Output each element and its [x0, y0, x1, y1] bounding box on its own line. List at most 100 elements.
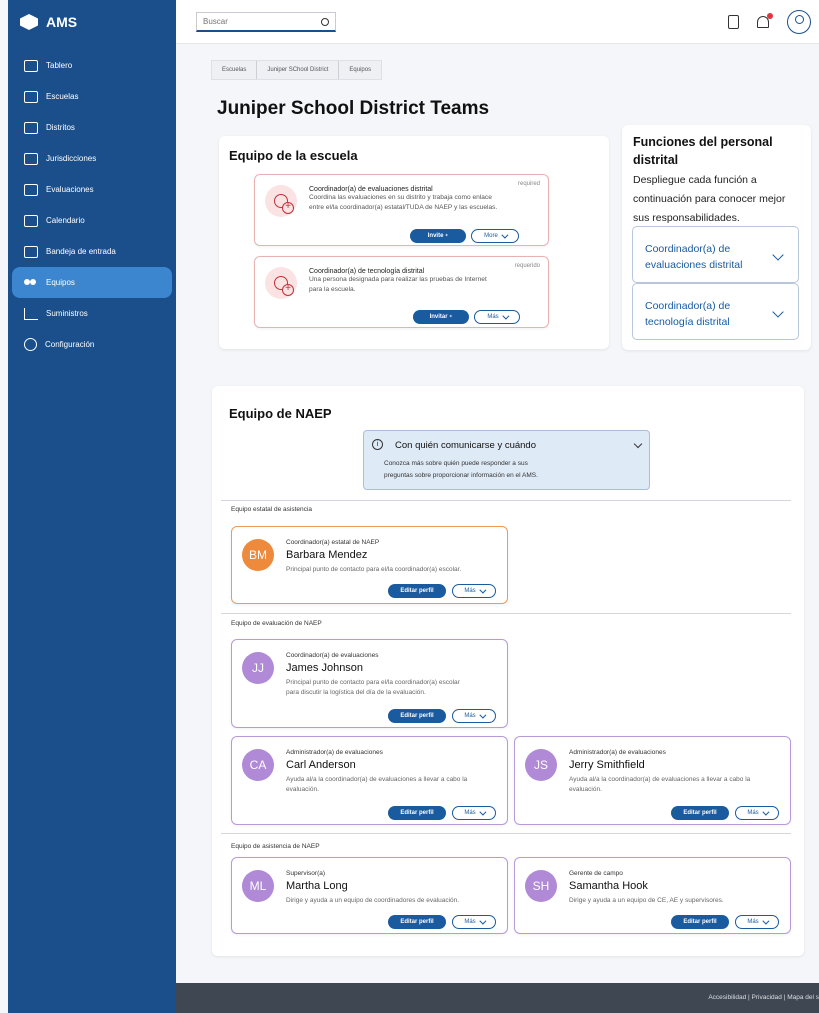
more-button[interactable]: Más — [735, 806, 779, 820]
more-button[interactable]: Más — [452, 806, 496, 820]
search-icon[interactable] — [321, 17, 329, 26]
more-button[interactable]: Más — [735, 915, 779, 929]
chevron-down-icon — [772, 249, 784, 261]
sidebar-item-equipos[interactable]: Equipos — [12, 267, 172, 298]
avatar: BM — [242, 539, 274, 571]
sidebar-item-calendario[interactable]: Calendario — [12, 205, 172, 236]
top-actions — [728, 10, 811, 34]
required-label: required — [517, 181, 540, 187]
required-label: requerido — [514, 263, 540, 269]
person-role: Supervisor(a) — [286, 870, 326, 877]
sidebar-item-bandeja[interactable]: Bandeja de entrada — [12, 236, 172, 267]
accordion-district-coordinator[interactable]: Coordinador(a) de evaluaciones distrital — [632, 226, 799, 283]
people-icon — [24, 277, 38, 289]
role-title: Coordinador(a) de tecnología distrital — [309, 268, 425, 275]
edit-profile-button[interactable]: Editar perfil — [388, 915, 446, 929]
footer-links[interactable]: Accesibilidad | Privacidad | Mapa del s — [708, 994, 819, 1001]
role-desc-line2: para la escuela. — [309, 286, 356, 293]
contact-info-panel[interactable]: i Con quién comunicarse y cuándo Conozca… — [363, 430, 650, 490]
invite-button[interactable]: Invite ⁺ — [410, 229, 466, 243]
chevron-down-icon — [762, 808, 770, 816]
invite-button[interactable]: Invitar ⁺ — [413, 310, 469, 324]
info-icon: i — [372, 439, 383, 450]
sidebar: AMS Tablero Escuelas Distritos Jurisdicc… — [8, 0, 176, 1013]
person-role: Administrador(a) de evaluaciones — [569, 749, 666, 756]
person-role: Administrador(a) de evaluaciones — [286, 749, 383, 756]
school-team-title: Equipo de la escuela — [229, 148, 358, 163]
notification-bell-icon[interactable] — [757, 13, 773, 28]
person-name: Jerry Smithfield — [569, 759, 645, 771]
role-card-district-coordinator: required Coordinador(a) de evaluaciones … — [254, 174, 549, 246]
chevron-down-icon — [479, 917, 487, 925]
edit-profile-button[interactable]: Editar perfil — [388, 709, 446, 723]
more-button[interactable]: Más — [452, 584, 496, 598]
breadcrumb: Escuelas Juniper SChool District Equipos — [211, 60, 383, 80]
person-name: James Johnson — [286, 662, 364, 674]
sidebar-item-jurisdicciones[interactable]: Jurisdicciones — [12, 143, 172, 174]
edit-profile-button[interactable]: Editar perfil — [671, 915, 729, 929]
functions-title: Funciones del personal distrital — [633, 135, 773, 167]
sidebar-item-distritos[interactable]: Distritos — [12, 112, 172, 143]
role-desc-line1: Coordina las evaluaciones en su distrito… — [309, 194, 492, 201]
person-card-jerry: JS Administrador(a) de evaluaciones Jerr… — [514, 736, 791, 825]
more-button[interactable]: More — [471, 229, 519, 243]
add-person-icon — [265, 185, 297, 217]
sidebar-item-evaluaciones[interactable]: Evaluaciones — [12, 174, 172, 205]
functions-card: Funciones del personal distrital Desplie… — [622, 125, 811, 350]
chevron-down-icon — [633, 439, 643, 449]
app-title: AMS — [46, 14, 78, 30]
role-title: Coordinador(a) de evaluaciones distrital — [309, 186, 433, 193]
avatar: JS — [525, 749, 557, 781]
divider — [221, 613, 791, 614]
chevron-down-icon — [762, 917, 770, 925]
divider — [221, 500, 791, 501]
person-desc: Principal punto de contacto para el/la c… — [286, 566, 462, 573]
sidebar-item-configuracion[interactable]: Configuración — [12, 329, 172, 360]
sidebar-nav: Tablero Escuelas Distritos Jurisdiccione… — [8, 50, 176, 360]
user-avatar-icon[interactable] — [787, 10, 811, 34]
jurisdiction-icon — [24, 152, 38, 165]
person-role: Coordinador(a) estatal de NAEP — [286, 539, 380, 546]
chevron-down-icon — [479, 711, 487, 719]
top-bar — [176, 0, 819, 44]
add-person-icon — [265, 267, 297, 299]
info-title: Con quién comunicarse y cuándo — [395, 440, 537, 451]
person-name: Samantha Hook — [569, 880, 648, 892]
breadcrumb-escuelas[interactable]: Escuelas — [212, 61, 258, 79]
inbox-icon — [24, 245, 38, 258]
add-user-icon: ⁺ — [449, 314, 453, 321]
breadcrumb-district[interactable]: Juniper SChool District — [257, 61, 340, 79]
person-role: Gerente de campo — [569, 870, 623, 877]
clipboard-icon[interactable] — [728, 15, 739, 29]
page-title: Juniper School District Teams — [217, 98, 490, 119]
app-logo[interactable]: AMS — [8, 0, 176, 44]
person-card-barbara: BM Coordinador(a) estatal de NAEP Barbar… — [231, 526, 508, 604]
edit-profile-button[interactable]: Editar perfil — [671, 806, 729, 820]
avatar: JJ — [242, 652, 274, 684]
edit-profile-button[interactable]: Editar perfil — [388, 584, 446, 598]
sidebar-item-tablero[interactable]: Tablero — [12, 50, 172, 81]
avatar: SH — [525, 870, 557, 902]
person-card-martha: ML Supervisor(a) Martha Long Dirige y ay… — [231, 857, 508, 934]
more-button[interactable]: Más — [452, 915, 496, 929]
edit-profile-button[interactable]: Editar perfil — [388, 806, 446, 820]
person-card-carl: CA Administrador(a) de evaluaciones Carl… — [231, 736, 508, 825]
notification-dot — [767, 13, 773, 19]
accordion-tech-coordinator[interactable]: Coordinador(a) de tecnología distrital — [632, 283, 799, 340]
breadcrumb-equipos: Equipos — [349, 67, 372, 73]
info-line1: Conozca más sobre quién puede responder … — [384, 460, 528, 467]
sidebar-item-escuelas[interactable]: Escuelas — [12, 81, 172, 112]
person-desc: Ayuda al/a la coordinador(a) de evaluaci… — [569, 776, 751, 793]
chevron-down-icon — [772, 306, 784, 318]
role-info: Coordinador(a) de tecnología distrital U… — [309, 268, 487, 295]
person-name: Martha Long — [286, 880, 348, 892]
naep-team-title: Equipo de NAEP — [229, 406, 332, 421]
group-eval-label: Equipo de evaluación de NAEP — [231, 620, 322, 627]
sidebar-item-suministros[interactable]: Suministros — [12, 298, 172, 329]
gear-icon — [24, 338, 37, 351]
chevron-down-icon — [479, 586, 487, 594]
search-input[interactable] — [203, 17, 321, 26]
more-button[interactable]: Más — [452, 709, 496, 723]
calendar-icon — [24, 214, 38, 227]
more-button[interactable]: Más — [474, 310, 520, 324]
